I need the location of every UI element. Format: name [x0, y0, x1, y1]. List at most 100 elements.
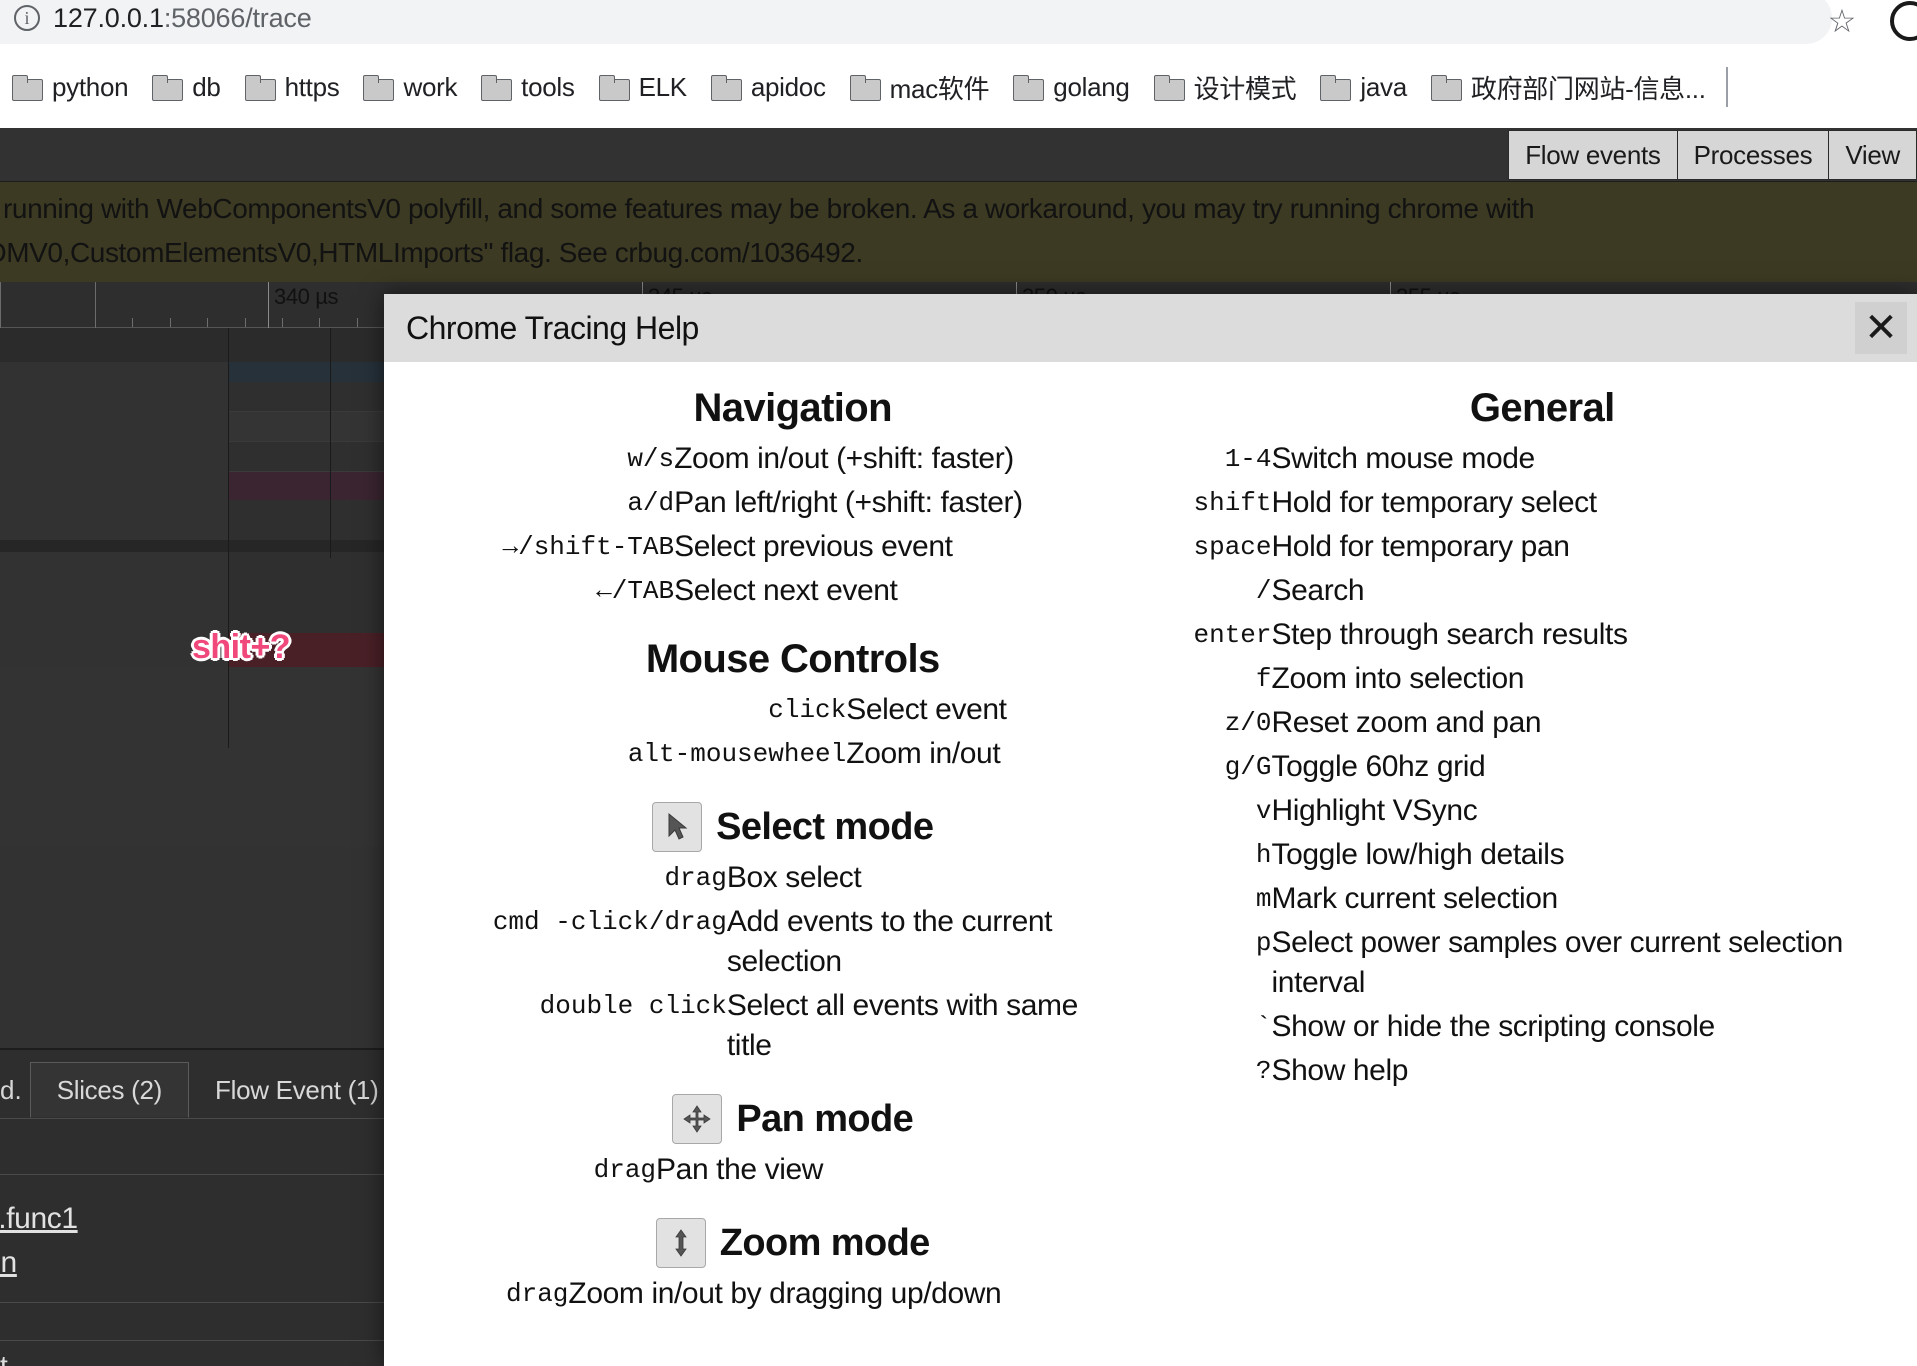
details-tabs[interactable]: d. Slices (2) Flow Event (1)	[0, 1062, 404, 1118]
dialog-body: Navigation w/s Zoom in/out (+shift: faste…	[384, 362, 1917, 1366]
bookmark-label: db	[192, 71, 221, 102]
help-column-right: General 1-4 Switch mouse mode shift Hold fo…	[1168, 386, 1917, 1093]
shortcut-row: f Zoom into selection	[1194, 657, 1892, 701]
shortcut-row: g/G Toggle 60hz grid	[1194, 745, 1892, 789]
shortcut-row: p Select power samples over current selec…	[1194, 921, 1892, 1005]
bookmark-bar: python db https work tools ELK apidoc mac软件 gola…	[0, 46, 1917, 128]
shortcut-key: double click	[539, 991, 727, 1021]
dialog-title: Chrome Tracing Help	[406, 309, 699, 346]
shortcut-description: Pan left/right (+shift: faster)	[674, 486, 1023, 519]
bookmark-item[interactable]: https	[235, 64, 350, 110]
shortcut-description: Hold for temporary pan	[1271, 530, 1570, 563]
select-mode-title: Select mode	[716, 805, 934, 848]
folder-icon	[598, 75, 630, 101]
ruler-minor-tick	[357, 318, 358, 327]
shortcut-description: Pan the view	[656, 1153, 824, 1186]
shortcut-description: Highlight VSync	[1271, 794, 1478, 827]
url-host: 127.0.0.1	[53, 2, 164, 33]
url-path: /trace	[245, 2, 312, 33]
bookmark-item[interactable]: mac软件	[840, 64, 1000, 110]
shortcut-key: ?	[1255, 1056, 1272, 1086]
pan-mode-header: Pan mode	[444, 1094, 1142, 1144]
shortcut-row: ` Show or hide the scripting console	[1194, 1005, 1892, 1049]
bookmark-item[interactable]: ELK	[589, 64, 697, 110]
details-tab[interactable]: Flow Event (1)	[189, 1062, 404, 1118]
ruler-minor-tick	[245, 318, 246, 327]
navigation-heading: Navigation	[693, 386, 893, 430]
bookmark-item[interactable]: 政府部门网站-信息...	[1421, 64, 1716, 110]
pan-mode-title: Pan mode	[736, 1097, 914, 1140]
shortcut-row: ? Show help	[1194, 1049, 1892, 1093]
warning-line-2: owDOMV0,CustomElementsV0,HTMLImports" fl…	[0, 237, 863, 268]
shortcut-row: space Hold for temporary pan	[1194, 525, 1892, 569]
browser-chrome: i 127.0.0.1:58066/trace ☆ python db https w…	[0, 0, 1917, 128]
profile-avatar[interactable]	[1890, 1, 1917, 41]
url-port: :58066	[163, 2, 246, 33]
bookmark-item[interactable]: tools	[471, 64, 584, 110]
details-link-func1[interactable]: n.func1	[0, 1202, 78, 1236]
bookmark-label: https	[284, 71, 340, 102]
help-column-left: Navigation w/s Zoom in/out (+shift: faste…	[384, 386, 1168, 1316]
shortcut-description: Show or hide the scripting console	[1271, 1010, 1716, 1043]
shortcut-key: alt-mousewheel	[627, 739, 847, 769]
bookmark-star-icon[interactable]: ☆	[1825, 4, 1859, 38]
bookmark-label: 政府部门网站-信息...	[1470, 73, 1706, 104]
shortcut-key: enter	[1193, 620, 1272, 650]
shortcut-key: shift	[1193, 488, 1272, 518]
pan-mode-table: drag Pan the view	[493, 1148, 1093, 1192]
bookmark-label: tools	[521, 71, 575, 102]
shortcut-row: click Select event	[444, 688, 1142, 732]
bookmark-item[interactable]: python	[2, 64, 138, 110]
close-icon[interactable]: ✕	[1855, 302, 1907, 354]
bookmark-item[interactable]: golang	[1003, 64, 1139, 110]
mouse-controls-table: click Select event alt-mousewheel Zoom in/o…	[444, 688, 1142, 776]
bookmark-overflow-divider[interactable]	[1725, 67, 1736, 107]
move-cross-arrows-icon[interactable]	[672, 1094, 723, 1144]
shortcut-description: Add events to the current selection	[726, 905, 1053, 978]
dialog-title-bar: Chrome Tracing Help ✕	[384, 294, 1917, 362]
bookmark-label: python	[52, 71, 129, 102]
bookmark-label: apidoc	[750, 71, 826, 102]
bookmark-label: mac软件	[889, 73, 990, 104]
ruler-minor-tick	[170, 318, 171, 327]
bookmark-item[interactable]: 设计模式	[1144, 64, 1307, 110]
folder-icon	[363, 75, 395, 101]
shortcut-description: Mark current selection	[1271, 882, 1559, 915]
shortcut-key: a/d	[627, 488, 675, 518]
shortcut-row: →/shift-TAB Select previous event	[444, 525, 1142, 569]
shortcut-key: /	[1255, 576, 1272, 606]
bookmark-item[interactable]: java	[1310, 64, 1417, 110]
site-info-icon[interactable]: i	[14, 5, 40, 31]
toolbar-button[interactable]: Processes	[1677, 130, 1830, 180]
cursor-arrow-icon[interactable]	[652, 802, 703, 852]
up-down-arrow-icon[interactable]	[655, 1218, 706, 1268]
shortcut-key: click	[768, 695, 847, 725]
shortcut-description: Select previous event	[674, 530, 953, 563]
address-bar[interactable]: i 127.0.0.1:58066/trace	[0, 0, 1832, 44]
bookmark-item[interactable]: apidoc	[701, 64, 836, 110]
details-link-main[interactable]: ain	[0, 1246, 17, 1280]
details-tab-truncated-prev[interactable]: d.	[0, 1062, 30, 1118]
ruler-minor-tick	[207, 318, 208, 327]
shortcut-description: Reset zoom and pan	[1271, 706, 1542, 739]
folder-icon	[481, 75, 513, 101]
shortcut-description: Select event	[846, 693, 1007, 726]
shortcut-description: Toggle low/high details	[1271, 838, 1565, 871]
ruler-minor-tick	[132, 318, 133, 327]
shortcut-description: Show help	[1271, 1054, 1409, 1087]
shortcut-key: drag	[506, 1279, 569, 1309]
folder-icon	[1430, 75, 1462, 101]
shortcut-description: Hold for temporary select	[1271, 486, 1598, 519]
shortcut-row: w/s Zoom in/out (+shift: faster)	[444, 437, 1142, 481]
zoom-mode-title: Zoom mode	[719, 1221, 931, 1264]
bookmark-item[interactable]: db	[142, 64, 230, 110]
shortcut-row: shift Hold for temporary select	[1194, 481, 1892, 525]
bookmark-label: ELK	[638, 71, 688, 102]
toolbar-button[interactable]: View	[1829, 130, 1917, 180]
details-tab[interactable]: Slices (2)	[29, 1062, 190, 1118]
shortcut-key: h	[1255, 840, 1272, 870]
general-heading: General	[1469, 386, 1615, 430]
bookmark-item[interactable]: work	[353, 64, 467, 110]
toolbar-button[interactable]: Flow events	[1508, 130, 1678, 180]
shortcut-key: z/0	[1224, 708, 1272, 738]
